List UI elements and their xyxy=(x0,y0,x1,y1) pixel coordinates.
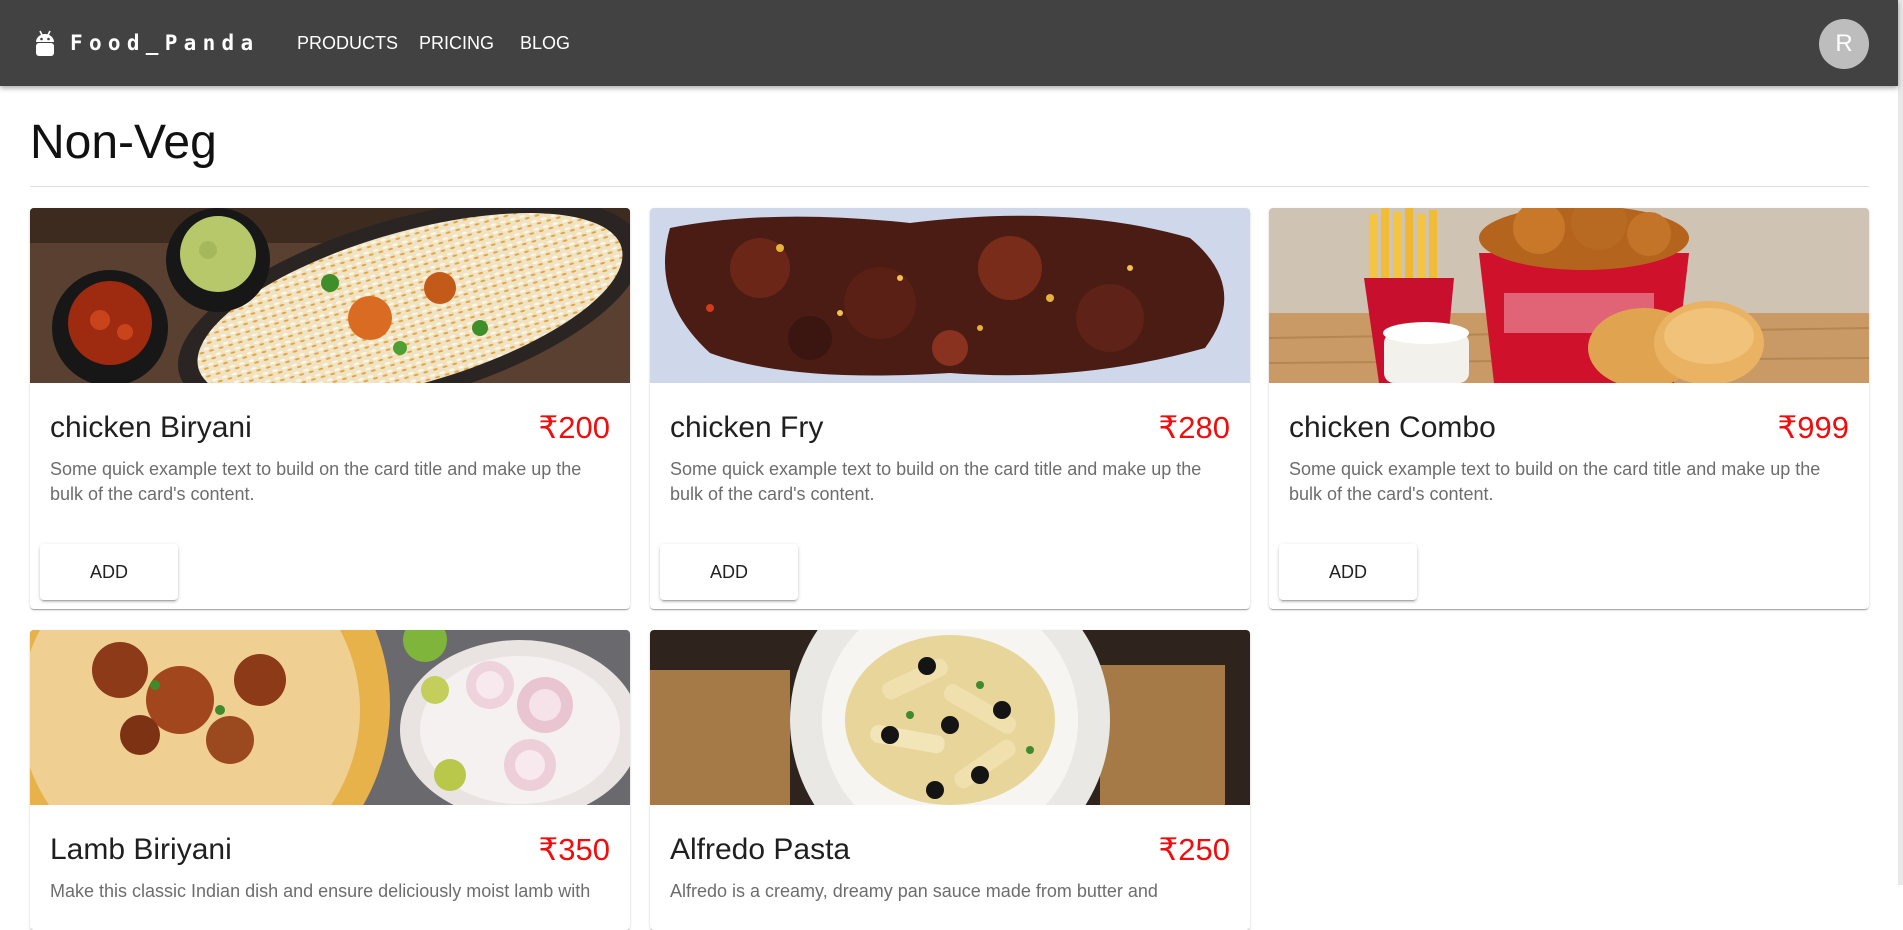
card-title: Lamb Biriyani xyxy=(50,833,232,866)
card-title: Alfredo Pasta xyxy=(670,833,851,866)
card-image-chicken-fry xyxy=(650,208,1250,383)
product-card: chicken Combo ₹999 Some quick example te… xyxy=(1269,208,1869,609)
add-button[interactable]: ADD xyxy=(660,544,798,600)
product-card: Lamb Biriyani ₹350 Make this classic Ind… xyxy=(30,630,630,930)
card-price: ₹250 xyxy=(1158,832,1230,867)
nav-products[interactable]: PRODUCTS xyxy=(297,32,398,54)
avatar[interactable]: R xyxy=(1819,19,1869,69)
card-image-chicken-biryani xyxy=(30,208,630,383)
card-title: chicken Combo xyxy=(1289,411,1496,444)
card-image-lamb-biriyani xyxy=(30,630,630,805)
card-description: Some quick example text to build on the … xyxy=(50,459,582,504)
card-price: ₹999 xyxy=(1777,410,1849,445)
brand-name[interactable]: Food_Panda xyxy=(70,30,259,56)
add-button[interactable]: ADD xyxy=(1279,544,1417,600)
app-bar: Food_Panda PRODUCTS PRICING BLOG R xyxy=(0,0,1898,86)
card-price: ₹200 xyxy=(538,410,610,445)
card-price: ₹350 xyxy=(538,832,610,867)
nav-pricing[interactable]: PRICING xyxy=(419,32,494,54)
add-button[interactable]: ADD xyxy=(40,544,178,600)
card-image-chicken-combo xyxy=(1269,208,1869,383)
card-description: Alfredo is a creamy, dreamy pan sauce ma… xyxy=(670,881,1158,901)
divider xyxy=(30,186,1869,187)
card-description: Some quick example text to build on the … xyxy=(1289,459,1821,504)
android-icon[interactable] xyxy=(34,30,56,58)
scrollbar[interactable] xyxy=(1898,0,1903,885)
page-title: Non-Veg xyxy=(30,116,217,169)
card-title: chicken Fry xyxy=(670,411,824,444)
nav-blog[interactable]: BLOG xyxy=(520,32,570,54)
card-title: chicken Biryani xyxy=(50,411,252,444)
card-image-alfredo-pasta xyxy=(650,630,1250,805)
card-price: ₹280 xyxy=(1158,410,1230,445)
card-description: Some quick example text to build on the … xyxy=(670,459,1202,504)
product-card: Alfredo Pasta ₹250 Alfredo is a creamy, … xyxy=(650,630,1250,930)
product-card: chicken Biryani ₹200 Some quick example … xyxy=(30,208,630,609)
product-card: chicken Fry ₹280 Some quick example text… xyxy=(650,208,1250,609)
card-description: Make this classic Indian dish and ensure… xyxy=(50,881,591,901)
